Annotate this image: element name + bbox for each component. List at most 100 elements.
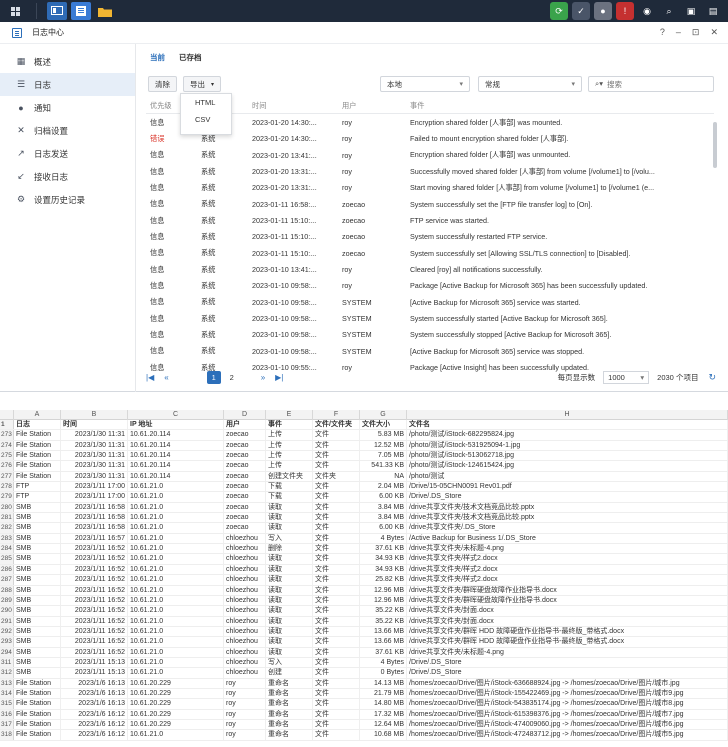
- sheet-cell[interactable]: zoecao: [224, 492, 266, 502]
- sheet-cell[interactable]: 文件: [313, 699, 360, 709]
- sheet-cell[interactable]: 10.61.20.114: [128, 461, 224, 471]
- sheet-cell[interactable]: 重命名: [266, 709, 313, 719]
- sheet-cell[interactable]: NA: [360, 471, 407, 482]
- search-taskbar-icon[interactable]: ⌕: [660, 2, 678, 20]
- sheet-cell[interactable]: 2023/1/6 16:12: [61, 709, 128, 719]
- sheet-cell[interactable]: 写入: [266, 533, 313, 544]
- sheet-cell[interactable]: 2023/1/30 11:31: [61, 471, 128, 482]
- sheet-cell[interactable]: /homes/zoecao/Drive/图片/iStock-472483712.…: [407, 730, 728, 740]
- sheet-cell[interactable]: 读取: [266, 502, 313, 513]
- sidebar-item-log-sending[interactable]: ↗ 日志发送: [0, 142, 135, 165]
- sheet-cell[interactable]: /photo/测试/iStock-513062718.jpg: [407, 451, 728, 461]
- sheet-cell[interactable]: /drive共享文件夹/群晖硬盘故障作业指导书.docx: [407, 585, 728, 595]
- sheet-cell[interactable]: File Station: [14, 461, 61, 471]
- sheet-cell[interactable]: /homes/zoecao/Drive/图片/iStock-474009060.…: [407, 719, 728, 730]
- row-number[interactable]: 280: [0, 502, 14, 513]
- sheet-cell[interactable]: SMB: [14, 575, 61, 585]
- sheet-cell[interactable]: chloezhou: [224, 668, 266, 678]
- row-number[interactable]: 294: [0, 647, 14, 657]
- sheet-cell[interactable]: 2023/1/11 16:52: [61, 554, 128, 564]
- next-page-icon[interactable]: »: [261, 373, 265, 382]
- sheet-cell[interactable]: 2023/1/6 16:12: [61, 719, 128, 730]
- sheet-cell[interactable]: roy: [224, 719, 266, 730]
- row-number[interactable]: 281: [0, 513, 14, 523]
- sheet-cell[interactable]: 2023/1/6 16:13: [61, 678, 128, 688]
- row-number[interactable]: 282: [0, 523, 14, 533]
- sheet-cell[interactable]: 6.00 KB: [360, 492, 407, 502]
- prev-page-icon[interactable]: «: [164, 373, 168, 382]
- sheet-cell[interactable]: 10.61.21.0: [128, 502, 224, 513]
- sheet-cell[interactable]: SMB: [14, 595, 61, 606]
- sheet-cell[interactable]: 文件: [313, 492, 360, 502]
- sheet-cell[interactable]: File Station: [14, 688, 61, 699]
- main-menu-icon[interactable]: [0, 0, 30, 22]
- sheet-cell[interactable]: 10.68 MB: [360, 730, 407, 740]
- level-select[interactable]: 常规 ▾: [478, 76, 582, 92]
- sheet-cell[interactable]: 10.61.21.0: [128, 606, 224, 616]
- refresh-icon[interactable]: ↻: [708, 372, 716, 383]
- sheet-cell[interactable]: 读取: [266, 554, 313, 564]
- sheet-cell[interactable]: SMB: [14, 657, 61, 668]
- tab-archived[interactable]: 已存档: [179, 52, 202, 63]
- sheet-cell[interactable]: 541.33 KB: [360, 461, 407, 471]
- sheet-cell[interactable]: 12.96 MB: [360, 585, 407, 595]
- sheet-cell[interactable]: SMB: [14, 513, 61, 523]
- row-number[interactable]: 312: [0, 668, 14, 678]
- sheet-cell[interactable]: 文件: [313, 637, 360, 647]
- sheet-cell[interactable]: 7.05 MB: [360, 451, 407, 461]
- sheet-cell[interactable]: /photo/测试/iStock-124615424.jpg: [407, 461, 728, 471]
- column-letter[interactable]: [0, 410, 14, 420]
- sheet-cell[interactable]: 10.61.21.0: [128, 482, 224, 492]
- sheet-cell[interactable]: SMB: [14, 647, 61, 657]
- sheet-cell[interactable]: 读取: [266, 513, 313, 523]
- sheet-cell[interactable]: 2.04 MB: [360, 482, 407, 492]
- sheet-cell[interactable]: 事件: [266, 420, 313, 430]
- sheet-cell[interactable]: 读取: [266, 585, 313, 595]
- first-page-icon[interactable]: |◀: [146, 373, 154, 382]
- sheet-cell[interactable]: SMB: [14, 626, 61, 637]
- sheet-cell[interactable]: 读取: [266, 626, 313, 637]
- sheet-cell[interactable]: 13.66 MB: [360, 637, 407, 647]
- sheet-cell[interactable]: 文件: [313, 626, 360, 637]
- log-row[interactable]: 信息 系统 2023-01-10 09:58:... SYSTEM System suc…: [146, 310, 714, 326]
- account-icon[interactable]: ◉: [638, 2, 656, 20]
- close-button[interactable]: ✕: [710, 27, 718, 38]
- sheet-cell[interactable]: 14.80 MB: [360, 699, 407, 709]
- row-number[interactable]: 278: [0, 482, 14, 492]
- row-number[interactable]: 293: [0, 637, 14, 647]
- sheet-cell[interactable]: chloezhou: [224, 564, 266, 575]
- sheet-cell[interactable]: SMB: [14, 585, 61, 595]
- row-number[interactable]: 318: [0, 730, 14, 740]
- sheet-cell[interactable]: 日志: [14, 420, 61, 430]
- sheet-cell[interactable]: 文件: [313, 730, 360, 740]
- sheet-cell[interactable]: 10.61.21.0: [128, 564, 224, 575]
- sheet-cell[interactable]: 10.61.21.0: [128, 657, 224, 668]
- sheet-cell[interactable]: /drive共享文件夹/封面.docx: [407, 616, 728, 626]
- column-letter[interactable]: B: [61, 410, 128, 420]
- log-row[interactable]: 信息 系统 2023-01-10 09:58:... roy Package [Acti…: [146, 278, 714, 294]
- column-letter[interactable]: C: [128, 410, 224, 420]
- row-number[interactable]: 277: [0, 471, 14, 482]
- sheet-cell[interactable]: 10.61.21.0: [128, 616, 224, 626]
- sheet-cell[interactable]: 10.61.21.0: [128, 575, 224, 585]
- row-number[interactable]: 316: [0, 709, 14, 719]
- sheet-cell[interactable]: /drive共享文件夹/未标题-4.png: [407, 544, 728, 554]
- sheet-cell[interactable]: chloezhou: [224, 647, 266, 657]
- sheet-cell[interactable]: /drive共享文件夹/样式2.docx: [407, 554, 728, 564]
- sheet-cell[interactable]: 文件: [313, 688, 360, 699]
- file-station-app-icon[interactable]: [95, 2, 115, 20]
- sheet-cell[interactable]: 上传: [266, 451, 313, 461]
- sheet-cell[interactable]: 10.61.21.0: [128, 585, 224, 595]
- notification-icon[interactable]: !: [616, 2, 634, 20]
- page-2-button[interactable]: 2: [225, 371, 239, 384]
- log-row[interactable]: 信息 系统 2023-01-10 13:41:... roy Cleared [roy]…: [146, 261, 714, 277]
- sheet-cell[interactable]: 12.64 MB: [360, 719, 407, 730]
- column-letter[interactable]: A: [14, 410, 61, 420]
- sheet-cell[interactable]: roy: [224, 699, 266, 709]
- sheet-cell[interactable]: 文件/文件夹: [313, 420, 360, 430]
- row-number[interactable]: 275: [0, 451, 14, 461]
- sheet-cell[interactable]: 创建文件夹: [266, 471, 313, 482]
- sheet-cell[interactable]: 读取: [266, 637, 313, 647]
- sheet-cell[interactable]: 读取: [266, 575, 313, 585]
- user-icon[interactable]: ●: [594, 2, 612, 20]
